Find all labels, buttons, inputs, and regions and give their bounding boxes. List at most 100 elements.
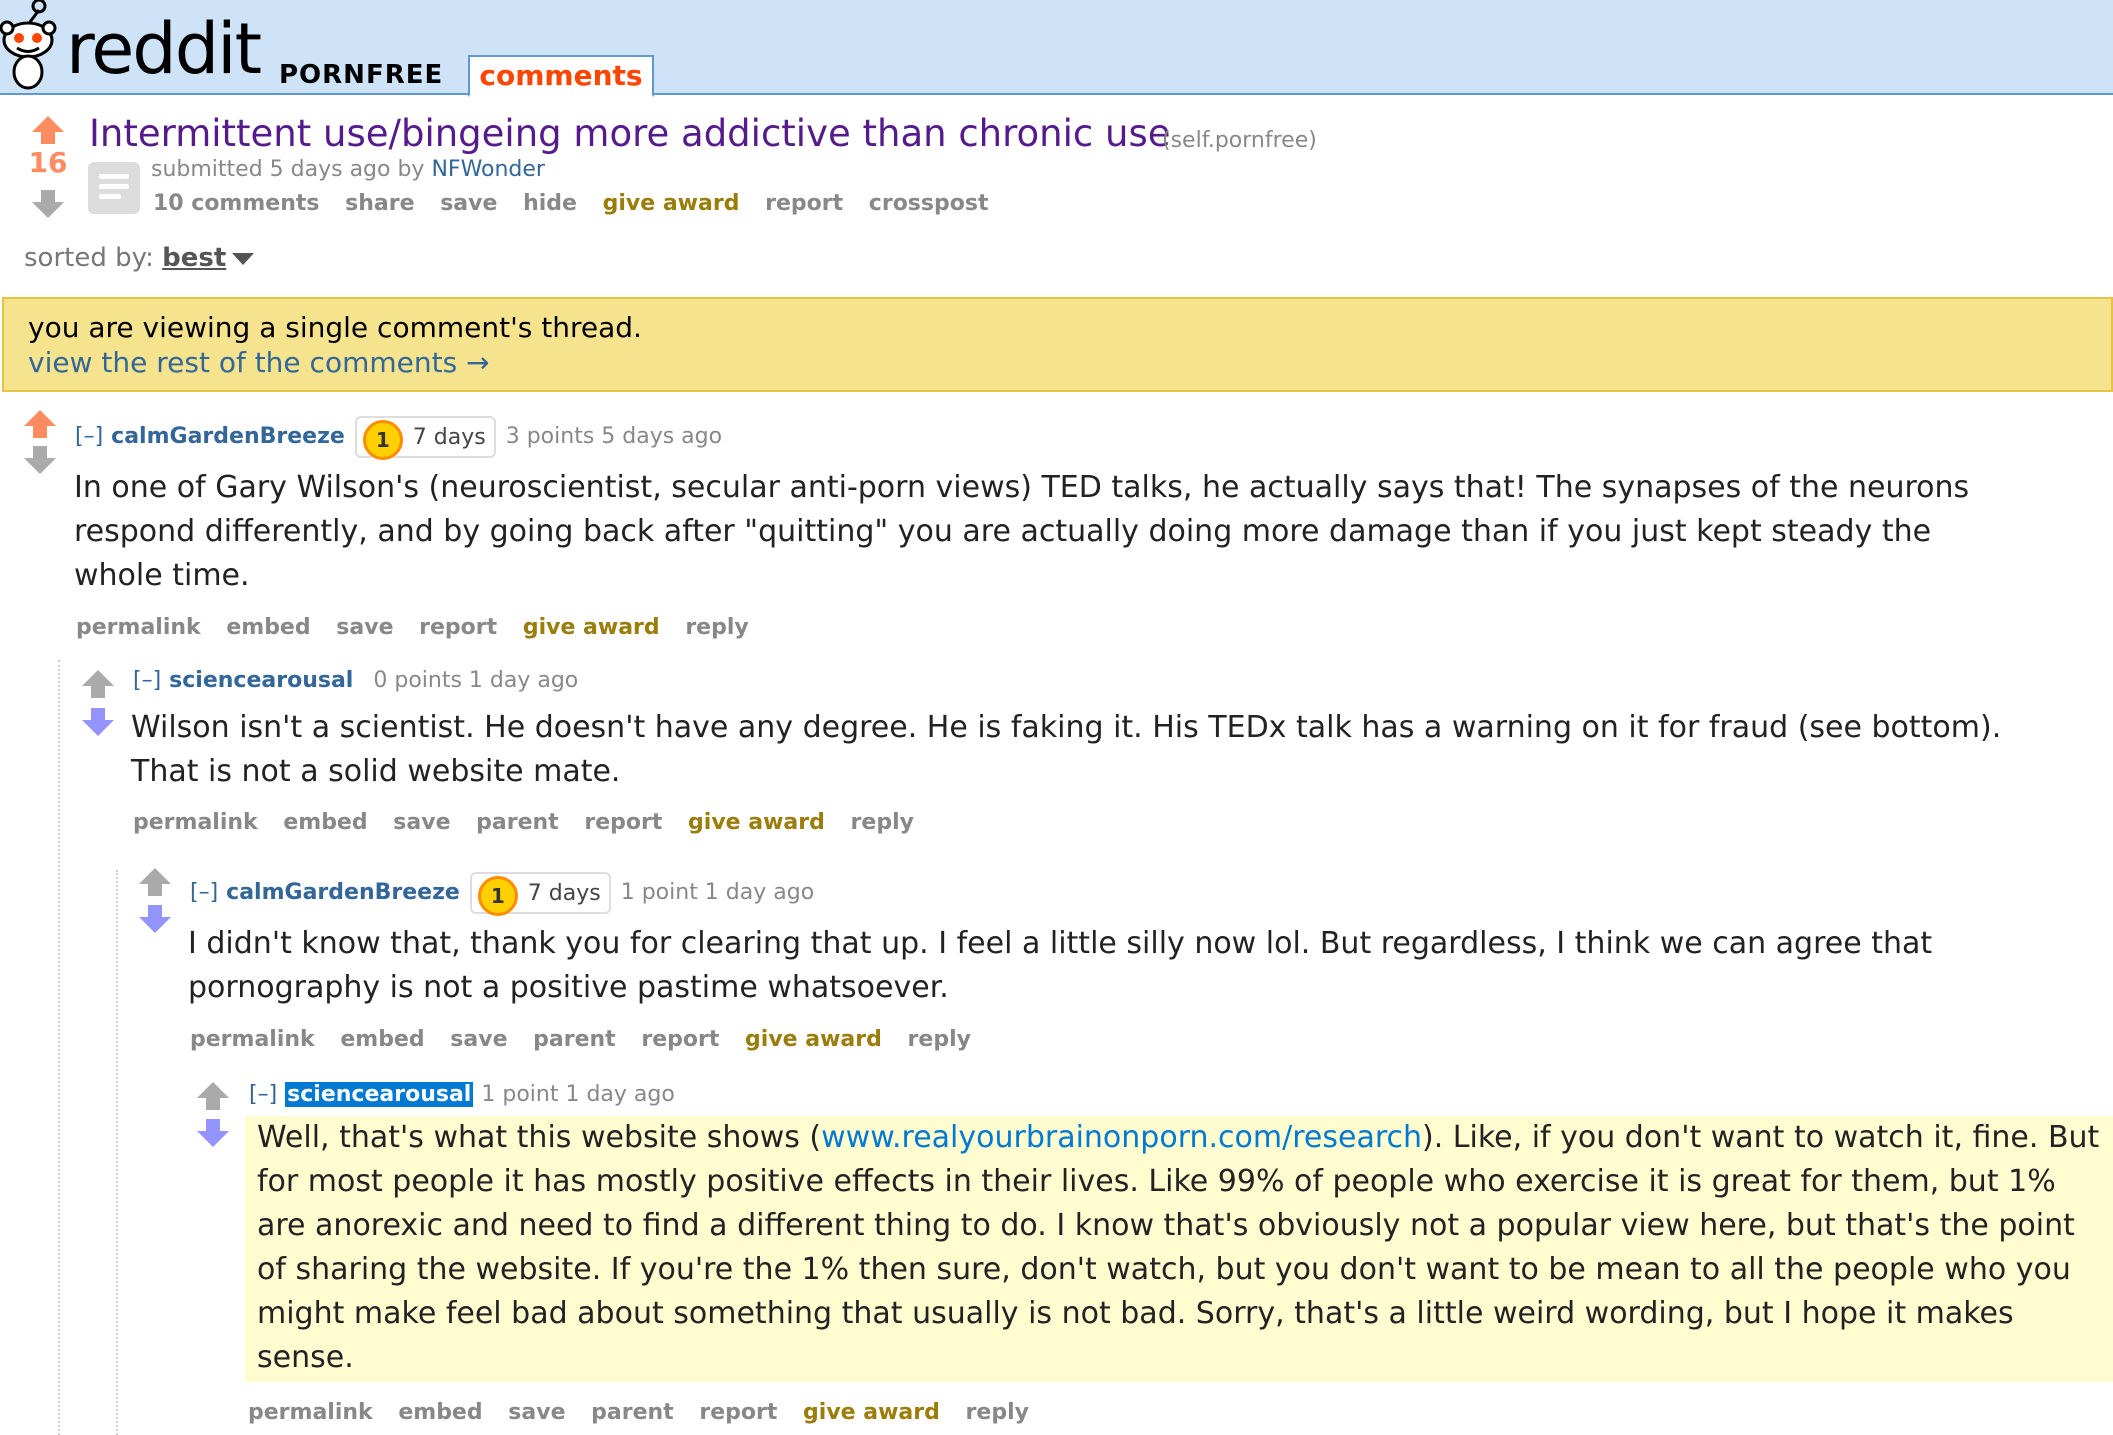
comment-body: Wilson isn't a scientist. He doesn't hav… bbox=[131, 710, 2002, 789]
parent-button[interactable]: parent bbox=[591, 1400, 674, 1425]
upvote-arrow-icon[interactable] bbox=[139, 868, 171, 896]
reply-button[interactable]: reply bbox=[908, 1027, 971, 1052]
comments-count-link[interactable]: 10 comments bbox=[153, 191, 319, 216]
snoo-icon bbox=[0, 0, 57, 90]
embed-button[interactable]: embed bbox=[340, 1027, 424, 1052]
self-post-thumbnail-icon[interactable] bbox=[88, 162, 140, 214]
report-button[interactable]: report bbox=[699, 1400, 777, 1425]
hide-button[interactable]: hide bbox=[523, 191, 577, 216]
post-domain[interactable]: (self.pornfree) bbox=[1162, 128, 1317, 153]
subreddit-link[interactable]: PORNFREE bbox=[279, 60, 443, 90]
comment-meta: 0 points 1 day ago bbox=[373, 668, 579, 693]
comment-body: In one of Gary Wilson's (neuroscientist,… bbox=[74, 470, 1970, 593]
sort-label: sorted by: bbox=[24, 243, 163, 273]
comment-author[interactable]: calmGardenBreeze bbox=[226, 880, 460, 905]
comment-text: Well, that's what this website shows ( bbox=[257, 1120, 822, 1155]
comment-tagline: [–] calmGardenBreeze 1 7 days 1 point 1 day … bbox=[190, 872, 815, 916]
permalink-button[interactable]: permalink bbox=[248, 1400, 373, 1425]
comment-tagline: [–] calmGardenBreeze 1 7 days 3 points 5 day… bbox=[75, 416, 723, 460]
day-badge-icon: 1 bbox=[477, 876, 518, 916]
post-score: 16 bbox=[28, 146, 68, 179]
comment-author[interactable]: calmGardenBreeze bbox=[111, 424, 345, 449]
report-button[interactable]: report bbox=[765, 191, 843, 216]
downvote-arrow-icon[interactable] bbox=[24, 446, 56, 474]
reddit-logo[interactable]: reddit bbox=[0, 0, 262, 92]
upvote-arrow-icon[interactable] bbox=[32, 116, 64, 144]
downvote-arrow-icon[interactable] bbox=[32, 190, 64, 218]
reddit-wordmark: reddit bbox=[66, 8, 262, 90]
post-buttons: 10 comments share save hide give award r… bbox=[153, 191, 1006, 216]
embed-button[interactable]: embed bbox=[283, 810, 367, 835]
report-button[interactable]: report bbox=[584, 810, 662, 835]
downvote-arrow-icon[interactable] bbox=[139, 905, 171, 933]
tab-comments[interactable]: comments bbox=[468, 55, 654, 97]
site-header: reddit PORNFREE comments bbox=[0, 0, 2113, 97]
collapse-toggle[interactable]: [–] bbox=[190, 880, 218, 905]
banner-text: you are viewing a single comment's threa… bbox=[28, 311, 642, 344]
permalink-button[interactable]: permalink bbox=[76, 615, 201, 640]
report-button[interactable]: report bbox=[641, 1027, 719, 1052]
upvote-arrow-icon[interactable] bbox=[82, 670, 114, 698]
post-author-link[interactable]: NFWonder bbox=[431, 157, 545, 182]
single-thread-banner: you are viewing a single comment's threa… bbox=[2, 297, 2113, 392]
reply-button[interactable]: reply bbox=[685, 615, 748, 640]
comment-body: I didn't know that, thank you for cleari… bbox=[188, 926, 1933, 1005]
thread-line bbox=[58, 660, 60, 1435]
comment-body-highlighted: Well, that's what this website shows (ww… bbox=[245, 1116, 2113, 1382]
comment-meta: 3 points 5 days ago bbox=[505, 424, 723, 449]
user-flair: 1 7 days bbox=[469, 872, 611, 916]
permalink-button[interactable]: permalink bbox=[190, 1027, 315, 1052]
give-award-button[interactable]: give award bbox=[603, 191, 740, 216]
flair-text: 7 days bbox=[527, 881, 601, 906]
give-award-button[interactable]: give award bbox=[688, 810, 825, 835]
collapse-toggle[interactable]: [–] bbox=[249, 1082, 277, 1107]
sort-menu[interactable]: sorted by: best bbox=[24, 243, 255, 273]
upvote-arrow-icon[interactable] bbox=[24, 410, 56, 438]
sort-value[interactable]: best bbox=[162, 243, 226, 273]
post-tagline: submitted 5 days ago by NFWonder bbox=[151, 157, 545, 182]
embed-button[interactable]: embed bbox=[226, 615, 310, 640]
parent-button[interactable]: parent bbox=[533, 1027, 616, 1052]
comment-meta: 1 point 1 day ago bbox=[481, 1082, 675, 1107]
downvote-arrow-icon[interactable] bbox=[82, 708, 114, 736]
reply-button[interactable]: reply bbox=[966, 1400, 1029, 1425]
downvote-arrow-icon[interactable] bbox=[197, 1119, 229, 1147]
comment-text: ). Like, if you don't want to watch it, … bbox=[257, 1120, 2100, 1375]
comment-buttons: permalink embed save parent report give … bbox=[190, 1027, 989, 1052]
give-award-button[interactable]: give award bbox=[523, 615, 660, 640]
crosspost-button[interactable]: crosspost bbox=[869, 191, 989, 216]
post-tagline-text: submitted 5 days ago by bbox=[151, 157, 432, 182]
post-title[interactable]: Intermittent use/bingeing more addictive… bbox=[89, 112, 1171, 155]
give-award-button[interactable]: give award bbox=[745, 1027, 882, 1052]
save-button[interactable]: save bbox=[393, 810, 450, 835]
permalink-button[interactable]: permalink bbox=[133, 810, 258, 835]
collapse-toggle[interactable]: [–] bbox=[133, 668, 161, 693]
collapse-toggle[interactable]: [–] bbox=[75, 424, 103, 449]
comment-tagline: [–] sciencearousal 0 points 1 day ago bbox=[133, 668, 578, 693]
give-award-button[interactable]: give award bbox=[803, 1400, 940, 1425]
flair-text: 7 days bbox=[412, 425, 486, 450]
save-button[interactable]: save bbox=[450, 1027, 507, 1052]
comment-meta: 1 point 1 day ago bbox=[620, 880, 815, 905]
day-badge-icon: 1 bbox=[362, 420, 403, 460]
comment-author[interactable]: sciencearousal bbox=[285, 1082, 474, 1107]
report-button[interactable]: report bbox=[419, 615, 497, 640]
comment-buttons: permalink embed save parent report give … bbox=[133, 810, 932, 835]
view-all-comments-link[interactable]: view the rest of the comments → bbox=[28, 346, 490, 379]
comment-author[interactable]: sciencearousal bbox=[169, 668, 353, 693]
share-button[interactable]: share bbox=[345, 191, 414, 216]
dropdown-caret-icon[interactable] bbox=[232, 252, 255, 265]
save-button[interactable]: save bbox=[508, 1400, 565, 1425]
parent-button[interactable]: parent bbox=[476, 810, 559, 835]
thread-line bbox=[116, 870, 118, 1435]
comment-buttons: permalink embed save parent report give … bbox=[248, 1400, 1047, 1425]
comment-tagline: [–] sciencearousal 1 point 1 day ago bbox=[249, 1082, 675, 1107]
save-button[interactable]: save bbox=[336, 615, 393, 640]
save-button[interactable]: save bbox=[440, 191, 497, 216]
upvote-arrow-icon[interactable] bbox=[197, 1082, 229, 1110]
comment-buttons: permalink embed save report give award r… bbox=[76, 615, 767, 640]
research-link[interactable]: www.realyourbrainonporn.com/research bbox=[821, 1120, 1422, 1155]
reply-button[interactable]: reply bbox=[851, 810, 914, 835]
user-flair: 1 7 days bbox=[354, 416, 496, 460]
embed-button[interactable]: embed bbox=[398, 1400, 482, 1425]
